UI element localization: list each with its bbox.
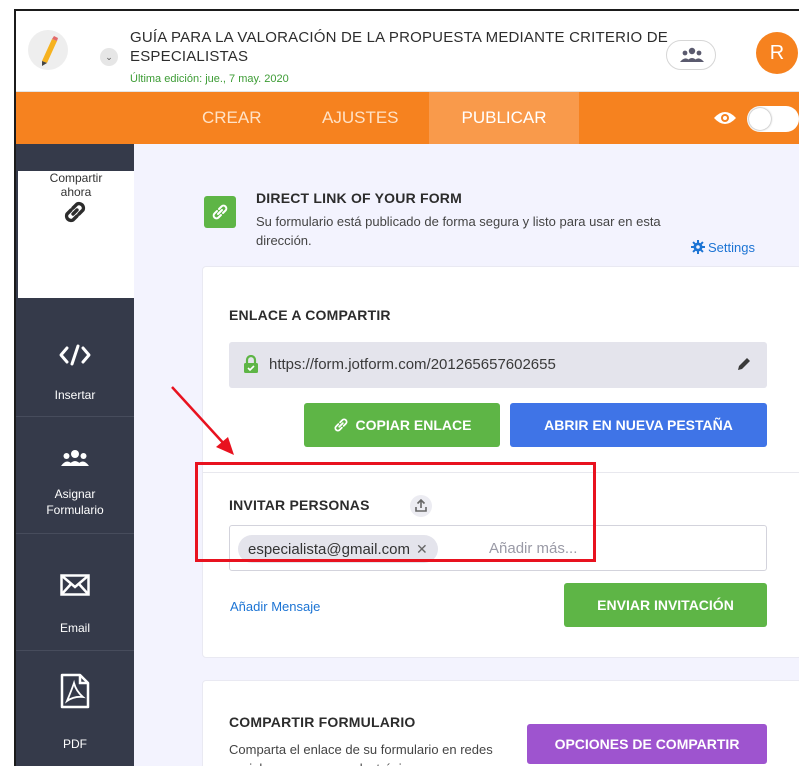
lock-icon xyxy=(244,355,258,373)
tab-publicar[interactable]: PUBLICAR xyxy=(429,92,579,144)
direct-link-description: Su formulario está publicado de forma se… xyxy=(256,214,661,248)
toggle-knob xyxy=(749,108,771,130)
chevron-down-icon[interactable]: ⌄ xyxy=(100,48,118,66)
team-button[interactable] xyxy=(666,40,716,70)
form-logo-icon[interactable] xyxy=(28,30,68,70)
link-icon xyxy=(334,418,347,432)
sidebar-label: Insertar xyxy=(54,388,96,402)
top-nav: CREAR AJUSTES PUBLICAR xyxy=(16,92,799,144)
sidebar-label: PDF xyxy=(63,737,87,751)
share-link-label: ENLACE A COMPARTIR xyxy=(229,307,391,323)
tab-ajustes[interactable]: AJUSTES xyxy=(322,92,399,144)
open-new-tab-button[interactable]: ABRIR EN NUEVA PESTAÑA xyxy=(510,403,767,447)
annotation-highlight-box xyxy=(195,462,596,562)
sidebar-label: Formulario xyxy=(46,503,104,517)
direct-link-title: DIRECT LINK OF YOUR FORM xyxy=(256,190,462,206)
form-header: ⌄ GUÍA PARA LA VALORACIÓN DE LA PROPUEST… xyxy=(16,11,799,92)
tab-crear[interactable]: CREAR xyxy=(202,92,262,144)
sidebar-item-insertar[interactable]: Insertar xyxy=(16,298,134,417)
pencil-icon[interactable] xyxy=(736,356,752,372)
code-icon xyxy=(59,344,91,366)
share-url-text[interactable]: https://form.jotform.com/201265657602655 xyxy=(269,356,556,373)
user-avatar[interactable]: R xyxy=(756,32,798,74)
publish-sidebar: Compartir ahora Insertar Asignar Formula… xyxy=(16,144,134,766)
copy-link-label: COPIAR ENLACE xyxy=(355,417,472,433)
copy-link-button[interactable]: COPIAR ENLACE xyxy=(304,403,500,447)
sidebar-label: Email xyxy=(59,621,90,635)
share-url-field[interactable]: https://form.jotform.com/201265657602655 xyxy=(229,342,767,388)
send-invitation-button[interactable]: ENVIAR INVITACIÓN xyxy=(564,583,767,627)
gear-icon xyxy=(691,240,705,254)
share-options-button[interactable]: OPCIONES DE COMPARTIR xyxy=(527,724,767,764)
publish-content: DIRECT LINK OF YOUR FORM Su formulario e… xyxy=(134,144,799,766)
link-icon xyxy=(64,201,86,223)
add-message-link[interactable]: Añadir Mensaje xyxy=(230,599,320,614)
sidebar-item-asignar-formulario[interactable]: Asignar Formulario xyxy=(16,417,134,534)
envelope-icon xyxy=(60,574,90,596)
share-form-label: COMPARTIR FORMULARIO xyxy=(229,714,416,730)
pdf-icon xyxy=(60,673,90,709)
share-form-description: Comparta el enlace de su formulario en r… xyxy=(229,742,493,766)
users-icon xyxy=(61,450,89,466)
eye-icon[interactable] xyxy=(713,110,737,126)
sidebar-label: Asignar xyxy=(54,487,96,501)
sidebar-item-pdf[interactable]: PDF xyxy=(16,651,134,766)
share-form-card: COMPARTIR FORMULARIO Comparta el enlace … xyxy=(202,680,799,766)
users-icon xyxy=(680,47,704,62)
settings-label: Settings xyxy=(708,240,755,255)
link-icon xyxy=(212,204,228,220)
form-title[interactable]: GUÍA PARA LA VALORACIÓN DE LA PROPUESTA … xyxy=(130,28,670,66)
last-edited-text: Última edición: jue., 7 may. 2020 xyxy=(130,73,289,85)
preview-toggle[interactable] xyxy=(747,106,799,132)
sidebar-item-compartir-ahora[interactable]: Compartir ahora xyxy=(18,171,134,298)
app-window: ⌄ GUÍA PARA LA VALORACIÓN DE LA PROPUEST… xyxy=(14,9,799,766)
sidebar-item-email[interactable]: Email xyxy=(16,534,134,651)
direct-link-badge xyxy=(204,196,236,228)
sidebar-label: Compartir xyxy=(49,171,103,185)
settings-link[interactable]: Settings xyxy=(691,240,755,255)
